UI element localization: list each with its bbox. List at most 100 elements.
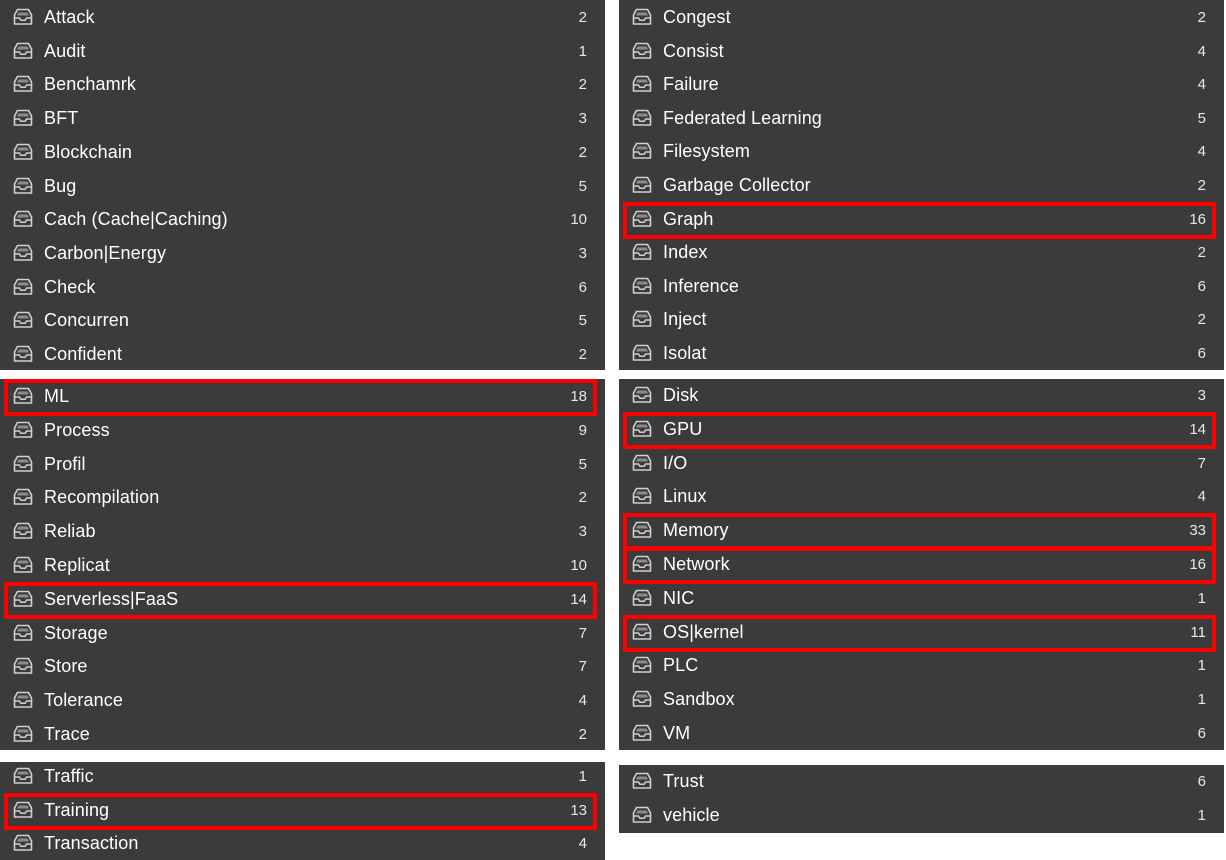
list-item-attack[interactable]: Attack 2	[0, 1, 605, 34]
inbox-tray-icon	[12, 143, 34, 161]
list-item-consist[interactable]: Consist 4	[619, 35, 1224, 68]
inbox-tray-icon	[12, 488, 34, 506]
list-item-store[interactable]: Store 7	[0, 650, 605, 683]
list-item-bug[interactable]: Bug 5	[0, 170, 605, 203]
list-item-count: 6	[578, 278, 587, 296]
list-item-index[interactable]: Index 2	[619, 236, 1224, 269]
list-item-tolerance[interactable]: Tolerance 4	[0, 684, 605, 717]
list-item-label: Graph	[663, 208, 714, 229]
list-item-count: 10	[570, 557, 587, 574]
list-item-concurren[interactable]: Concurren 5	[0, 304, 605, 337]
list-item-count: 3	[578, 523, 587, 541]
list-item-linux[interactable]: Linux 4	[619, 480, 1224, 513]
inbox-tray-icon	[631, 454, 653, 472]
list-item-count: 4	[1197, 76, 1206, 94]
list-item-count: 3	[1197, 387, 1206, 404]
list-item-label: Cach (Cache|Caching)	[44, 209, 228, 230]
list-item-graph[interactable]: Graph 16	[619, 203, 1224, 236]
list-item-nic[interactable]: NIC 1	[619, 582, 1224, 615]
inbox-tray-icon	[12, 624, 34, 642]
list-item-audit[interactable]: Audit 1	[0, 35, 605, 68]
inbox-tray-icon	[12, 8, 34, 26]
list-item-label: Blockchain	[44, 141, 133, 162]
list-item-count: 14	[1189, 420, 1206, 438]
list-item-bft[interactable]: BFT 3	[0, 102, 605, 135]
inbox-tray-icon	[12, 109, 34, 127]
inbox-tray-icon	[631, 142, 653, 160]
list-item-count: 4	[1197, 143, 1206, 161]
list-item-cach-cache-caching[interactable]: Cach (Cache|Caching) 10	[0, 203, 605, 236]
inbox-tray-icon	[12, 657, 34, 675]
inbox-tray-icon	[631, 75, 653, 93]
list-item-memory[interactable]: Memory 33	[619, 514, 1224, 547]
inbox-tray-icon	[631, 210, 653, 228]
list-item-count: 18	[570, 388, 587, 405]
inbox-tray-icon	[631, 521, 653, 539]
list-item-os-kernel[interactable]: OS|kernel 11	[619, 616, 1224, 649]
list-item-count: 6	[1197, 277, 1206, 295]
list-item-count: 7	[1197, 454, 1206, 472]
list-item-inject[interactable]: Inject 2	[619, 303, 1224, 336]
list-item-count: 10	[570, 211, 587, 229]
list-item-traffic[interactable]: Traffic 1	[0, 760, 605, 793]
list-item-count: 4	[578, 692, 587, 710]
list-item-reliab[interactable]: Reliab 3	[0, 515, 605, 548]
list-item-label: Bug	[44, 175, 77, 196]
list-item-failure[interactable]: Failure 4	[619, 68, 1224, 101]
list-item-transaction[interactable]: Transaction 4	[0, 827, 605, 860]
list-item-count: 7	[578, 658, 587, 676]
list-item-label: PLC	[663, 655, 699, 676]
list-item-profil[interactable]: Profil 5	[0, 448, 605, 481]
list-item-serverless-faas[interactable]: Serverless|FaaS 14	[0, 583, 605, 616]
list-item-benchamrk[interactable]: Benchamrk 2	[0, 68, 605, 101]
panel-mid-right: Disk 3 GPU 14 I/O 7 Linux 4 Memory 33 Network 16 NIC…	[619, 379, 1224, 750]
panel-top-right: Congest 2 Consist 4 Failure 4 Federated Learni…	[619, 0, 1224, 370]
list-item-sandbox[interactable]: Sandbox 1	[619, 683, 1224, 716]
list-item-count: 6	[1197, 773, 1206, 790]
inbox-tray-icon	[12, 244, 34, 262]
list-item-count: 33	[1189, 522, 1206, 540]
inbox-tray-icon	[12, 387, 34, 405]
list-item-trust[interactable]: Trust 6	[619, 765, 1224, 798]
list-item-count: 2	[1197, 244, 1206, 262]
list-item-gpu[interactable]: GPU 14	[619, 413, 1224, 446]
list-item-label: Process	[44, 419, 110, 440]
list-item-isolat[interactable]: Isolat 6	[619, 337, 1224, 370]
list-item-storage[interactable]: Storage 7	[0, 617, 605, 650]
list-item-count: 1	[1197, 806, 1206, 824]
list-item-filesystem[interactable]: Filesystem 4	[619, 135, 1224, 168]
list-item-label: Check	[44, 276, 96, 297]
list-item-recompilation[interactable]: Recompilation 2	[0, 481, 605, 514]
list-item-count: 14	[570, 590, 587, 608]
list-item-i-o[interactable]: I/O 7	[619, 447, 1224, 480]
list-item-replicat[interactable]: Replicat 10	[0, 549, 605, 582]
list-item-federated-learning[interactable]: Federated Learning 5	[619, 102, 1224, 135]
list-item-carbon-energy[interactable]: Carbon|Energy 3	[0, 237, 605, 270]
list-item-label: Consist	[663, 40, 724, 61]
list-item-disk[interactable]: Disk 3	[619, 379, 1224, 412]
list-item-label: Failure	[663, 74, 719, 95]
list-item-process[interactable]: Process 9	[0, 414, 605, 447]
list-item-training[interactable]: Training 13	[0, 794, 605, 827]
list-item-congest[interactable]: Congest 2	[619, 1, 1224, 34]
list-item-network[interactable]: Network 16	[619, 548, 1224, 581]
list-item-trace[interactable]: Trace 2	[0, 718, 605, 751]
list-item-count: 5	[578, 312, 587, 330]
list-item-garbage-collector[interactable]: Garbage Collector 2	[619, 169, 1224, 202]
list-item-confident[interactable]: Confident 2	[0, 338, 605, 371]
list-item-vehicle[interactable]: vehicle 1	[619, 799, 1224, 832]
list-item-check[interactable]: Check 6	[0, 271, 605, 304]
inbox-tray-icon	[12, 345, 34, 363]
list-item-ml[interactable]: ML 18	[0, 380, 605, 413]
inbox-tray-icon	[12, 801, 34, 819]
list-item-count: 2	[578, 346, 587, 363]
list-item-label: Transaction	[44, 833, 139, 854]
list-item-plc[interactable]: PLC 1	[619, 649, 1224, 682]
list-item-blockchain[interactable]: Blockchain 2	[0, 136, 605, 169]
inbox-tray-icon	[12, 421, 34, 439]
list-item-vm[interactable]: VM 6	[619, 717, 1224, 750]
list-item-label: Traffic	[44, 766, 94, 786]
list-item-inference[interactable]: Inference 6	[619, 270, 1224, 303]
list-item-label: Training	[44, 799, 110, 820]
list-item-label: Inject	[663, 309, 707, 330]
